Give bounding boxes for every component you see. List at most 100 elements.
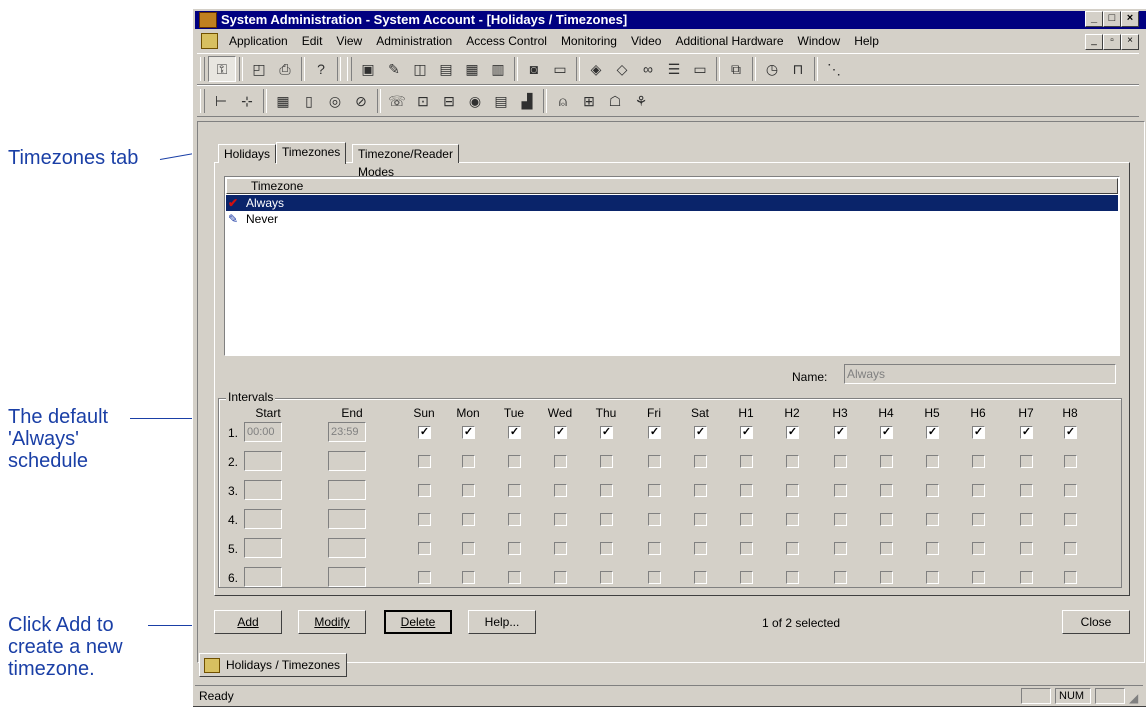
menu-monitoring[interactable]: Monitoring xyxy=(554,34,624,48)
panel-icon[interactable]: ▦ xyxy=(270,89,296,113)
personal-safety-icon[interactable]: ⚘ xyxy=(628,89,654,113)
interval-checkbox-h1[interactable] xyxy=(740,455,753,468)
interval-checkbox-tue[interactable] xyxy=(508,542,521,555)
interval-end-field[interactable]: 23:59 xyxy=(328,422,366,442)
interval-checkbox-thu[interactable] xyxy=(600,571,613,584)
interval-checkbox-mon[interactable]: ✓ xyxy=(462,426,475,439)
menu-administration[interactable]: Administration xyxy=(369,34,459,48)
interval-checkbox-fri[interactable]: ✓ xyxy=(648,426,661,439)
multiplexer-icon[interactable]: ▟ xyxy=(514,89,540,113)
interval-checkbox-mon[interactable] xyxy=(462,513,475,526)
interval-checkbox-h6[interactable] xyxy=(972,571,985,584)
interval-checkbox-h2[interactable] xyxy=(786,455,799,468)
interval-checkbox-h3[interactable] xyxy=(834,455,847,468)
card-format-icon[interactable]: ▦ xyxy=(459,57,485,81)
interval-checkbox-sat[interactable] xyxy=(694,484,707,497)
interval-checkbox-h8[interactable] xyxy=(1064,455,1077,468)
print-preview-icon[interactable]: ◰ xyxy=(246,57,272,81)
interval-checkbox-mon[interactable] xyxy=(462,484,475,497)
interval-checkbox-sun[interactable] xyxy=(418,513,431,526)
system-tree-icon[interactable]: ⊹ xyxy=(234,89,260,113)
interval-checkbox-h8[interactable] xyxy=(1064,513,1077,526)
interval-checkbox-h4[interactable] xyxy=(880,571,893,584)
mdi-minimize-button[interactable]: _ xyxy=(1085,34,1103,50)
interval-checkbox-h3[interactable]: ✓ xyxy=(834,426,847,439)
fire-panel-icon[interactable]: ⊞ xyxy=(576,89,602,113)
help-button[interactable]: Help... xyxy=(468,610,536,634)
interval-checkbox-mon[interactable] xyxy=(462,571,475,584)
interval-checkbox-h1[interactable] xyxy=(740,571,753,584)
interval-checkbox-sat[interactable] xyxy=(694,542,707,555)
interval-checkbox-sun[interactable] xyxy=(418,455,431,468)
column-header-timezone[interactable]: Timezone xyxy=(226,178,1118,194)
close-window-button[interactable]: × xyxy=(1121,11,1139,27)
interval-checkbox-h4[interactable] xyxy=(880,542,893,555)
guard-icon[interactable]: ☖ xyxy=(602,89,628,113)
interval-checkbox-tue[interactable] xyxy=(508,455,521,468)
report-icon[interactable]: ▤ xyxy=(433,57,459,81)
interval-checkbox-sat[interactable] xyxy=(694,455,707,468)
menu-help[interactable]: Help xyxy=(847,34,886,48)
tab-timezones[interactable]: Timezones xyxy=(276,142,347,164)
interval-checkbox-h5[interactable] xyxy=(926,455,939,468)
interval-checkbox-fri[interactable] xyxy=(648,571,661,584)
users-icon[interactable]: ◙ xyxy=(521,57,547,81)
interval-checkbox-mon[interactable] xyxy=(462,455,475,468)
interval-end-field[interactable] xyxy=(328,480,366,500)
interval-checkbox-sat[interactable]: ✓ xyxy=(694,426,707,439)
cardholders-icon[interactable]: ▣ xyxy=(355,57,381,81)
interval-checkbox-h6[interactable] xyxy=(972,542,985,555)
interval-checkbox-thu[interactable] xyxy=(600,455,613,468)
interval-end-field[interactable] xyxy=(328,451,366,471)
toolbar-grip[interactable] xyxy=(200,57,205,81)
interval-start-field[interactable]: 00:00 xyxy=(244,422,282,442)
interval-checkbox-h2[interactable] xyxy=(786,513,799,526)
badge-icon[interactable]: ✎ xyxy=(381,57,407,81)
interval-checkbox-h8[interactable]: ✓ xyxy=(1064,426,1077,439)
list-icon[interactable]: ☰ xyxy=(661,57,687,81)
interval-checkbox-h3[interactable] xyxy=(834,571,847,584)
menu-edit[interactable]: Edit xyxy=(295,34,330,48)
help-icon[interactable]: ? xyxy=(308,57,334,81)
interval-checkbox-h2[interactable] xyxy=(786,571,799,584)
close-button[interactable]: Close xyxy=(1062,610,1130,634)
interval-checkbox-h5[interactable] xyxy=(926,484,939,497)
interval-end-field[interactable] xyxy=(328,509,366,529)
interval-checkbox-wed[interactable]: ✓ xyxy=(554,426,567,439)
interval-checkbox-h7[interactable] xyxy=(1020,455,1033,468)
lock-icon[interactable]: ⊓ xyxy=(785,57,811,81)
interval-checkbox-mon[interactable] xyxy=(462,542,475,555)
delete-button[interactable]: Delete xyxy=(384,610,452,634)
list-item[interactable]: ✎ Never xyxy=(226,211,1118,227)
interval-checkbox-h7[interactable] xyxy=(1020,542,1033,555)
list-item[interactable]: ✔ Always xyxy=(226,195,1118,211)
interval-start-field[interactable] xyxy=(244,509,282,529)
groups-icon[interactable]: ◇ xyxy=(609,57,635,81)
interval-end-field[interactable] xyxy=(328,538,366,558)
interval-checkbox-h4[interactable] xyxy=(880,484,893,497)
interval-checkbox-h1[interactable]: ✓ xyxy=(740,426,753,439)
interval-start-field[interactable] xyxy=(244,538,282,558)
interval-checkbox-h4[interactable]: ✓ xyxy=(880,426,893,439)
interval-checkbox-h5[interactable] xyxy=(926,571,939,584)
interval-checkbox-h2[interactable] xyxy=(786,484,799,497)
interval-checkbox-h4[interactable] xyxy=(880,513,893,526)
add-button[interactable]: Add xyxy=(214,610,282,634)
input-icon[interactable]: ⊘ xyxy=(348,89,374,113)
interval-checkbox-wed[interactable] xyxy=(554,455,567,468)
timezone-list[interactable]: Timezone ✔ Always ✎ Never xyxy=(224,176,1120,356)
interval-checkbox-h1[interactable] xyxy=(740,542,753,555)
elevator-icon[interactable]: ⊟ xyxy=(436,89,462,113)
interval-checkbox-thu[interactable] xyxy=(600,513,613,526)
print-icon[interactable]: ⎙ xyxy=(272,57,298,81)
mdi-restore-button[interactable]: ▫ xyxy=(1103,34,1121,50)
interval-checkbox-thu[interactable] xyxy=(600,542,613,555)
mdi-tab-holidays-timezones[interactable]: Holidays / Timezones xyxy=(199,653,348,677)
camera-icon[interactable]: ◉ xyxy=(462,89,488,113)
interval-checkbox-h1[interactable] xyxy=(740,513,753,526)
interval-checkbox-h7[interactable]: ✓ xyxy=(1020,426,1033,439)
interval-checkbox-h6[interactable] xyxy=(972,484,985,497)
interval-checkbox-h8[interactable] xyxy=(1064,571,1077,584)
access-levels-icon[interactable]: ▥ xyxy=(485,57,511,81)
bell-icon[interactable]: ⍝ xyxy=(550,89,576,113)
